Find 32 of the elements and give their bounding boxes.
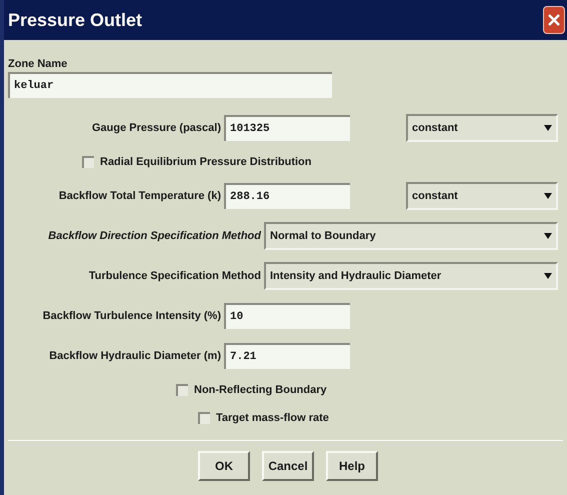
window-title: Pressure Outlet xyxy=(8,8,142,32)
method-dropdown[interactable]: Intensity and Hydraulic Diameter xyxy=(264,262,558,290)
value-field[interactable]: 101325 xyxy=(224,115,350,141)
field-label: Gauge Pressure (pascal) xyxy=(90,120,222,136)
field-label: Backflow Turbulence Intensity (%) xyxy=(42,308,222,324)
value-field[interactable]: 7.21 xyxy=(224,343,350,369)
close-icon xyxy=(548,14,560,26)
checkbox-label: Radial Equilibrium Pressure Distribution xyxy=(100,154,312,170)
zone-name-field[interactable]: keluar xyxy=(8,72,332,98)
field-label: Turbulence Specification Method xyxy=(88,268,262,284)
dropdown-arrow-icon xyxy=(544,193,552,199)
checkbox[interactable] xyxy=(82,156,94,168)
value-field[interactable]: 288.16 xyxy=(224,183,350,209)
method-dropdown[interactable]: constant xyxy=(406,182,558,210)
checkbox[interactable] xyxy=(198,412,210,424)
dropdown-arrow-icon xyxy=(544,233,552,239)
checkbox[interactable] xyxy=(176,384,188,396)
method-dropdown[interactable]: Normal to Boundary xyxy=(264,222,558,250)
field-label: Backflow Hydraulic Diameter (m) xyxy=(48,348,222,364)
dialog-button[interactable]: Cancel xyxy=(262,451,314,481)
dropdown-arrow-icon xyxy=(544,125,552,131)
dropdown-arrow-icon xyxy=(544,273,552,279)
dialog-button[interactable]: OK xyxy=(198,451,250,481)
field-label: Zone Name xyxy=(8,57,68,72)
method-dropdown[interactable]: constant xyxy=(406,114,558,142)
dialog-button[interactable]: Help xyxy=(326,451,378,481)
checkbox-label: Target mass-flow rate xyxy=(216,410,329,426)
value-field[interactable]: 10 xyxy=(224,303,350,329)
field-label: Backflow Direction Specification Method xyxy=(47,228,262,244)
close-button[interactable] xyxy=(543,6,565,34)
checkbox-label: Non-Reflecting Boundary xyxy=(194,382,327,398)
field-label: Backflow Total Temperature (k) xyxy=(58,188,222,204)
